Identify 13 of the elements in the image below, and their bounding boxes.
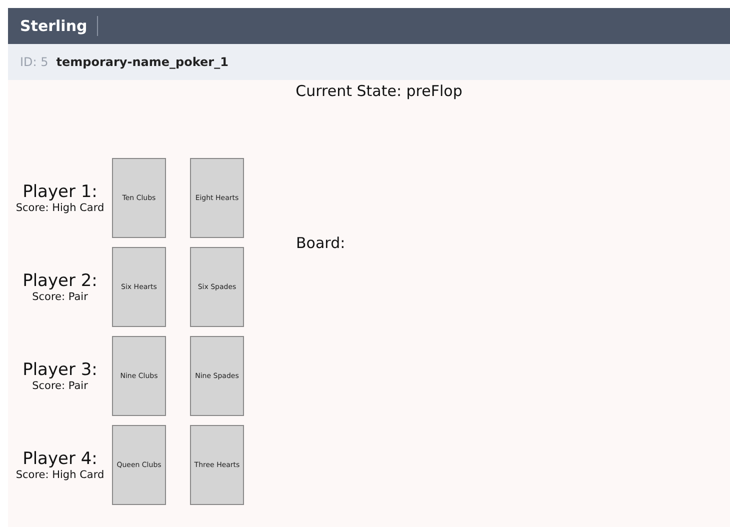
player-name: Player 2: xyxy=(22,271,98,291)
player-name: Player 4: xyxy=(22,449,98,469)
instance-name: temporary-name_poker_1 xyxy=(56,55,228,69)
player-score: Score: Pair xyxy=(32,380,88,392)
player-score: Score: High Card xyxy=(16,469,104,481)
app-title: Sterling xyxy=(20,16,98,36)
player-score: Score: High Card xyxy=(16,202,104,214)
instance-id: ID: 5 xyxy=(20,55,48,69)
player-name: Player 3: xyxy=(22,360,98,380)
board-label: Board: xyxy=(296,234,346,252)
state-title: Current State: preFlop xyxy=(294,82,464,100)
player-score: Score: Pair xyxy=(32,291,88,303)
player-name: Player 1: xyxy=(22,182,98,202)
